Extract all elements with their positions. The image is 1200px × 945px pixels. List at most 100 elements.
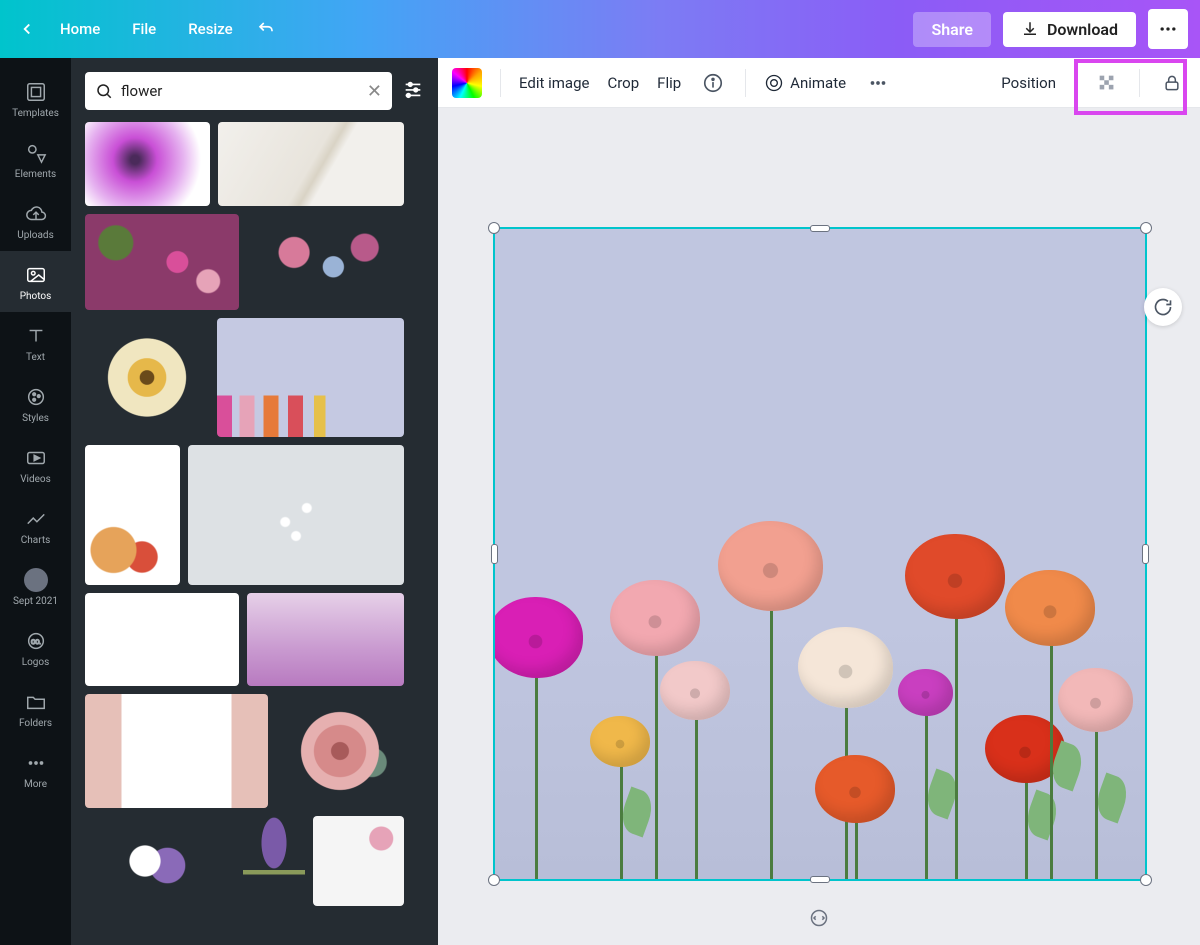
resize-handle-e[interactable]: [1142, 544, 1149, 564]
flip-button[interactable]: Flip: [657, 74, 681, 92]
nav-logos[interactable]: CO. Logos: [0, 617, 71, 678]
download-button[interactable]: Download: [1003, 12, 1136, 47]
uploads-icon: [24, 202, 48, 226]
page-sync-icon[interactable]: [809, 908, 829, 933]
nav-elements[interactable]: Elements: [0, 129, 71, 190]
photo-thumbnail[interactable]: [85, 816, 235, 906]
photo-thumbnail[interactable]: [217, 318, 404, 437]
animate-icon: [764, 73, 784, 93]
nav-more[interactable]: More: [0, 739, 71, 800]
templates-icon: [24, 80, 48, 104]
resize-handle-s[interactable]: [810, 876, 830, 883]
folders-icon: [24, 690, 48, 714]
nav-label: Templates: [12, 108, 59, 119]
photo-thumbnail[interactable]: [243, 816, 305, 906]
refresh-icon: [1153, 297, 1173, 317]
photo-thumbnail[interactable]: [85, 214, 239, 310]
transparency-icon: [1096, 72, 1118, 94]
resize-handle-sw[interactable]: [488, 874, 500, 886]
styles-icon: [24, 385, 48, 409]
nav-sept2021[interactable]: Sept 2021: [0, 556, 71, 617]
photo-thumbnail[interactable]: [188, 445, 404, 585]
nav-styles[interactable]: Styles: [0, 373, 71, 434]
context-more-button[interactable]: [864, 69, 892, 97]
photo-thumbnail[interactable]: [85, 445, 180, 585]
home-menu[interactable]: Home: [46, 14, 114, 44]
lock-button[interactable]: [1158, 69, 1186, 97]
resize-handle-se[interactable]: [1140, 874, 1152, 886]
nav-text[interactable]: Text: [0, 312, 71, 373]
top-menu-bar: Home File Resize Share Download: [0, 0, 1200, 58]
photo-thumbnail[interactable]: [85, 122, 210, 206]
resize-handle-n[interactable]: [810, 225, 830, 232]
elements-icon: [24, 141, 48, 165]
photos-panel: ✕ ◀: [71, 58, 438, 945]
search-input[interactable]: [121, 82, 359, 100]
resize-menu[interactable]: Resize: [174, 14, 246, 44]
thumbnail-row: [85, 214, 418, 310]
nav-charts[interactable]: Charts: [0, 495, 71, 556]
nav-templates[interactable]: Templates: [0, 68, 71, 129]
photo-thumbnail[interactable]: [85, 593, 239, 686]
undo-icon: [257, 20, 275, 38]
nav-videos[interactable]: Videos: [0, 434, 71, 495]
nav-label: Text: [26, 352, 45, 363]
undo-button[interactable]: [251, 14, 281, 44]
crop-button[interactable]: Crop: [607, 74, 639, 92]
photo-thumbnail[interactable]: [313, 816, 404, 906]
info-icon: [702, 72, 724, 94]
resize-handle-ne[interactable]: [1140, 222, 1152, 234]
folder-avatar-icon: [24, 568, 48, 592]
edit-image-button[interactable]: Edit image: [519, 74, 589, 92]
photo-thumbnail[interactable]: [276, 694, 404, 808]
animate-label: Animate: [790, 74, 846, 92]
photo-thumbnail[interactable]: [218, 122, 404, 206]
search-icon: [95, 82, 113, 100]
more-menu-button[interactable]: [1148, 9, 1188, 49]
text-icon: [24, 324, 48, 348]
side-nav: Templates Elements Uploads Photos Text S…: [0, 58, 71, 945]
resize-handle-w[interactable]: [491, 544, 498, 564]
photo-thumbnail[interactable]: [247, 214, 404, 310]
svg-text:CO.: CO.: [31, 638, 41, 646]
more-icon: [24, 751, 48, 775]
thumbnail-row: [85, 122, 418, 206]
thumbnail-row: [85, 593, 418, 686]
canvas-stage[interactable]: [438, 108, 1200, 945]
photo-thumbnail[interactable]: [85, 694, 268, 808]
nav-label: Folders: [19, 718, 52, 729]
animate-button[interactable]: Animate: [764, 73, 846, 93]
selection-frame: [493, 227, 1147, 881]
photo-thumbnail[interactable]: [85, 318, 209, 437]
nav-uploads[interactable]: Uploads: [0, 190, 71, 251]
info-button[interactable]: [699, 69, 727, 97]
color-swatch[interactable]: [452, 68, 482, 98]
refresh-button[interactable]: [1144, 288, 1182, 326]
position-button[interactable]: Position: [1001, 74, 1056, 92]
transparency-button[interactable]: [1093, 69, 1121, 97]
canvas-area: Edit image Crop Flip Animate Position: [438, 58, 1200, 945]
back-button[interactable]: [12, 14, 42, 44]
download-icon: [1021, 20, 1039, 38]
resize-handle-nw[interactable]: [488, 222, 500, 234]
nav-label: More: [24, 779, 47, 790]
context-toolbar: Edit image Crop Flip Animate Position: [438, 58, 1200, 108]
nav-label: Elements: [15, 169, 56, 180]
lock-icon: [1162, 73, 1182, 93]
search-box: ✕: [85, 72, 392, 110]
dots-horizontal-icon: [867, 72, 889, 94]
photo-results[interactable]: [85, 122, 424, 931]
share-button[interactable]: Share: [913, 12, 991, 47]
clear-search-button[interactable]: ✕: [367, 81, 382, 102]
thumbnail-row: [85, 694, 418, 808]
thumbnail-row: [85, 318, 418, 437]
nav-label: Sept 2021: [13, 596, 58, 607]
photo-thumbnail[interactable]: [247, 593, 404, 686]
nav-photos[interactable]: Photos: [0, 251, 71, 312]
videos-icon: [24, 446, 48, 470]
nav-label: Charts: [21, 535, 51, 546]
file-menu[interactable]: File: [118, 14, 170, 44]
nav-label: Photos: [20, 291, 52, 302]
nav-folders[interactable]: Folders: [0, 678, 71, 739]
filter-button[interactable]: [402, 78, 424, 104]
